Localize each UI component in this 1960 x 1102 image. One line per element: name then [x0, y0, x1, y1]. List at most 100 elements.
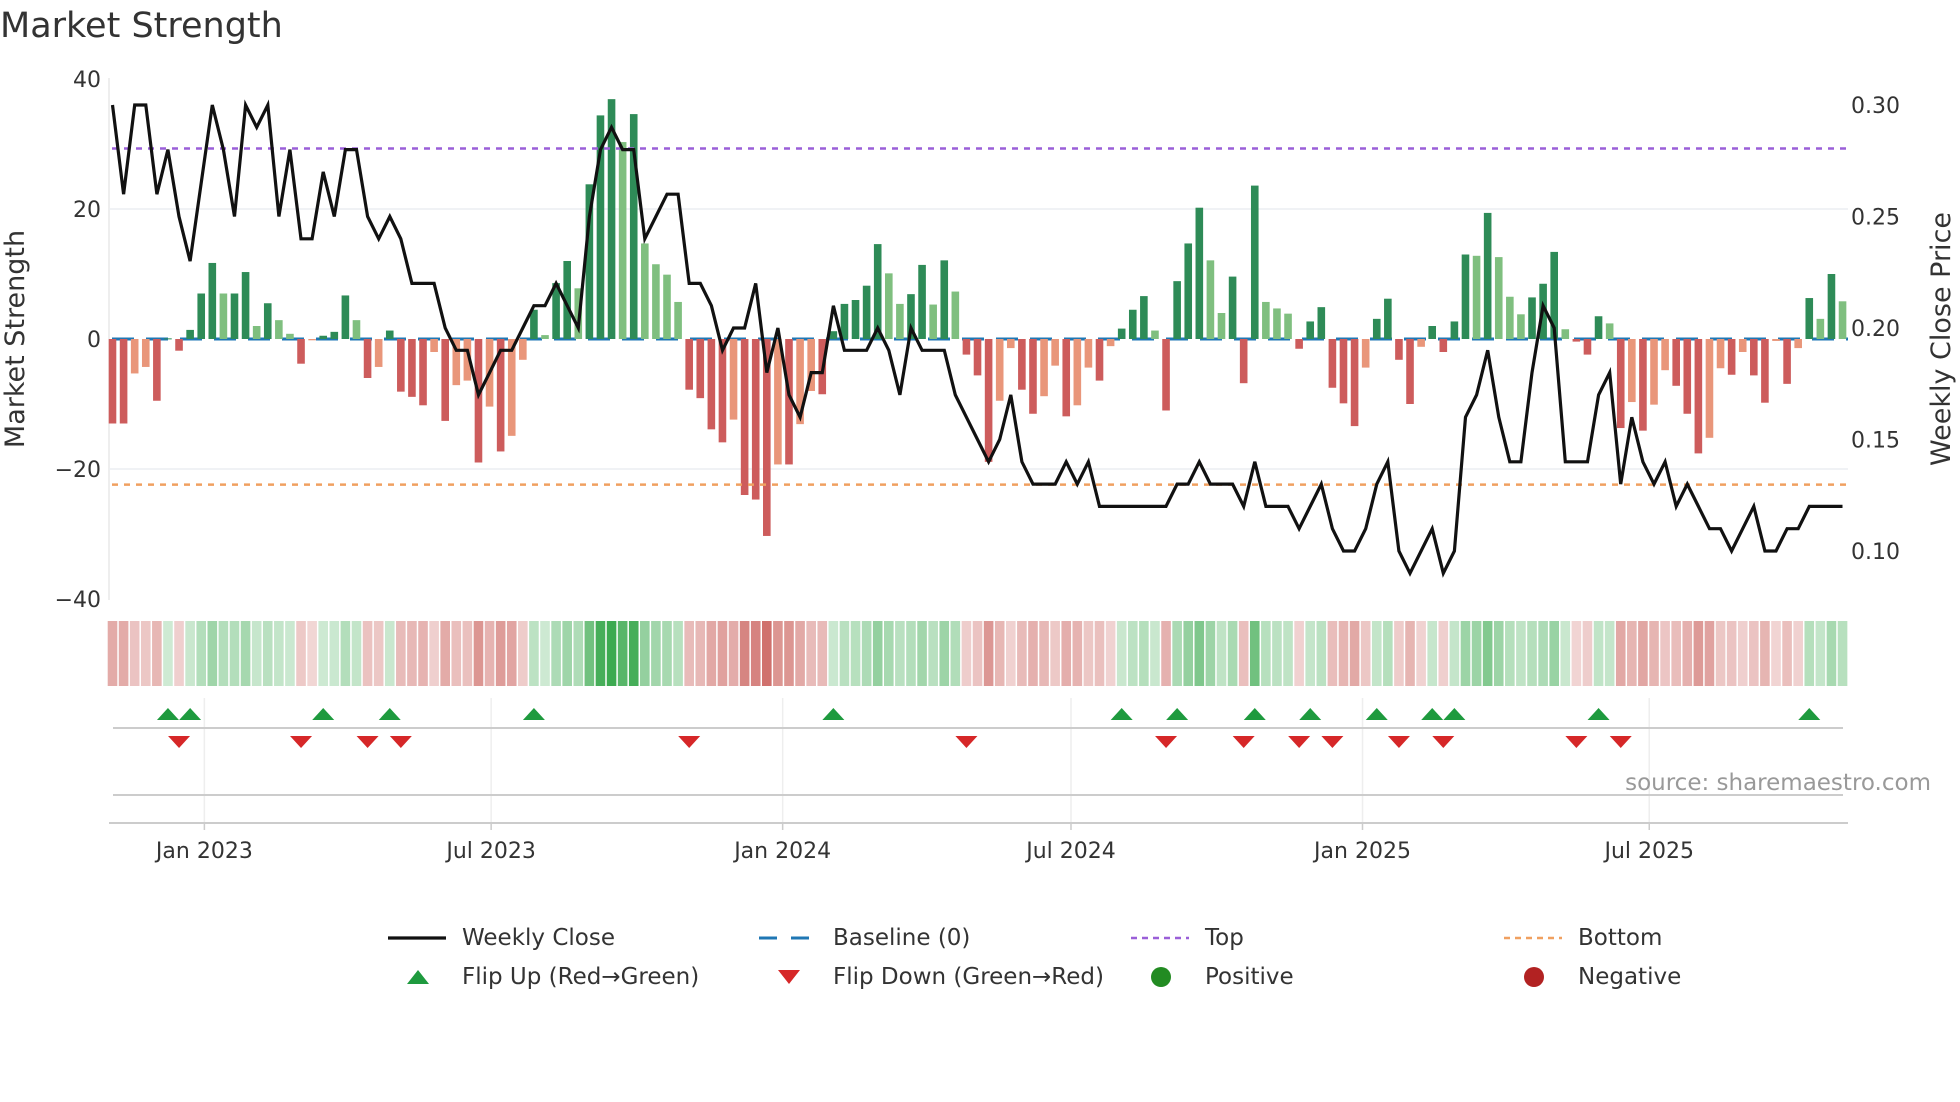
strength-bar — [1506, 296, 1514, 339]
strength-strip-cell — [1571, 621, 1582, 686]
strength-strip-cell — [551, 621, 561, 686]
strength-bar — [419, 339, 427, 406]
strength-strip-cell — [329, 621, 340, 686]
strength-strip-cell — [340, 621, 351, 686]
strength-bar — [962, 339, 971, 355]
strength-bar — [1716, 339, 1725, 369]
strength-bar — [197, 293, 206, 339]
strength-bar — [995, 339, 1004, 401]
flip-up-marker — [1365, 708, 1388, 720]
strength-strip-cell — [1604, 621, 1615, 686]
strength-strip-cell — [1682, 621, 1693, 686]
strength-strip-cell — [750, 621, 761, 686]
source-label: source: sharemaestro.com — [1625, 770, 1931, 796]
strength-strip-cell — [1161, 621, 1171, 686]
y2-tick-label: 0.30 — [1851, 94, 1900, 119]
strength-bar — [885, 273, 893, 339]
strength-strip-cell — [1360, 621, 1371, 686]
strength-bar — [1328, 339, 1337, 388]
strength-strip-cell — [1094, 621, 1105, 686]
strength-strip-cell — [1482, 621, 1493, 686]
strength-strip-cell — [518, 621, 528, 686]
strength-bar — [707, 339, 716, 430]
flip-up-marker — [1166, 708, 1189, 720]
flip-down-marker — [389, 736, 412, 748]
strength-strip-cell — [396, 621, 406, 686]
strength-strip-cell — [1782, 621, 1792, 686]
strength-strip-cell — [1549, 621, 1559, 686]
strength-strip-cell — [739, 621, 750, 686]
strength-bar — [774, 339, 782, 465]
strength-strip-cell — [262, 621, 273, 686]
strength-strip-cell — [351, 621, 362, 686]
y-tick-label: −40 — [55, 588, 101, 613]
strength-strip-cell — [1261, 621, 1271, 686]
strength-strip-cell — [1671, 621, 1681, 686]
strength-strip-cell — [1238, 621, 1249, 686]
strength-strip-cell — [1338, 621, 1349, 686]
strength-bar — [618, 142, 627, 339]
x-tick-label: Jan 2024 — [732, 839, 831, 864]
strength-strip-cell — [717, 621, 728, 686]
strength-strip-cell — [1527, 621, 1537, 686]
strength-bar — [1461, 254, 1470, 339]
flip-up-marker — [378, 708, 401, 720]
strength-strip-cell — [1405, 621, 1415, 686]
strength-strip-cell — [1017, 621, 1027, 686]
strength-bar — [1838, 301, 1847, 339]
strength-bar — [1128, 309, 1137, 339]
strength-strip-cell — [1493, 621, 1504, 686]
strength-strip-cell — [373, 621, 384, 686]
strength-strip-cell — [462, 621, 473, 686]
strength-strip-cell — [418, 621, 428, 686]
strength-strip-cell — [1804, 621, 1815, 686]
strength-bar — [1173, 281, 1181, 339]
flip-down-marker — [290, 736, 313, 748]
strength-strip-cell — [1505, 621, 1515, 686]
strength-strip-cell — [318, 621, 329, 686]
strength-bar — [1661, 339, 1669, 371]
strength-strip-cell — [1005, 621, 1016, 686]
strength-strip-cell — [1283, 621, 1293, 686]
strength-strip-cell — [1327, 621, 1338, 686]
strength-bar — [208, 262, 217, 339]
strength-strip-cell — [185, 621, 195, 686]
strength-strip-cell — [1815, 621, 1826, 686]
flip-up-marker — [1798, 708, 1821, 720]
strength-strip-cell — [1449, 621, 1460, 686]
strength-strip-cell — [429, 621, 439, 686]
strength-strip-cell — [662, 621, 672, 686]
strength-strip-cell — [628, 621, 639, 686]
flip-down-marker — [168, 736, 191, 748]
strength-bar — [1528, 297, 1536, 339]
strength-bar — [1816, 318, 1825, 339]
strength-bar — [541, 335, 549, 339]
strength-strip-cell — [274, 621, 284, 686]
strength-strip-cell — [828, 621, 839, 686]
x-tick-label: Jul 2024 — [1024, 839, 1116, 864]
strength-bar — [330, 331, 339, 339]
strength-bar — [929, 304, 937, 339]
strength-bar — [1727, 339, 1736, 375]
strength-bar — [1605, 323, 1614, 339]
strength-bar — [230, 293, 239, 339]
strength-strip-cell — [1416, 621, 1426, 686]
strength-strip-cell — [584, 621, 595, 686]
strength-strip-cell — [1127, 621, 1138, 686]
strength-strip-cell — [163, 621, 173, 686]
y-tick-label: −20 — [55, 458, 101, 483]
y2-tick-label: 0.10 — [1851, 540, 1900, 565]
flip-up-marker — [1243, 708, 1266, 720]
strength-strip-cell — [473, 621, 484, 686]
strength-strip-cell — [1749, 621, 1759, 686]
strength-strip-cell — [784, 621, 794, 686]
strength-bar — [1117, 328, 1126, 339]
strength-bar — [1450, 321, 1459, 339]
strength-bar — [519, 339, 527, 360]
strength-bar — [829, 331, 838, 339]
flip-down-marker — [1609, 736, 1632, 748]
strength-bar — [1284, 313, 1292, 339]
strength-strip-cell — [617, 621, 628, 686]
strength-bar — [1694, 339, 1703, 454]
strength-bar — [175, 339, 183, 351]
